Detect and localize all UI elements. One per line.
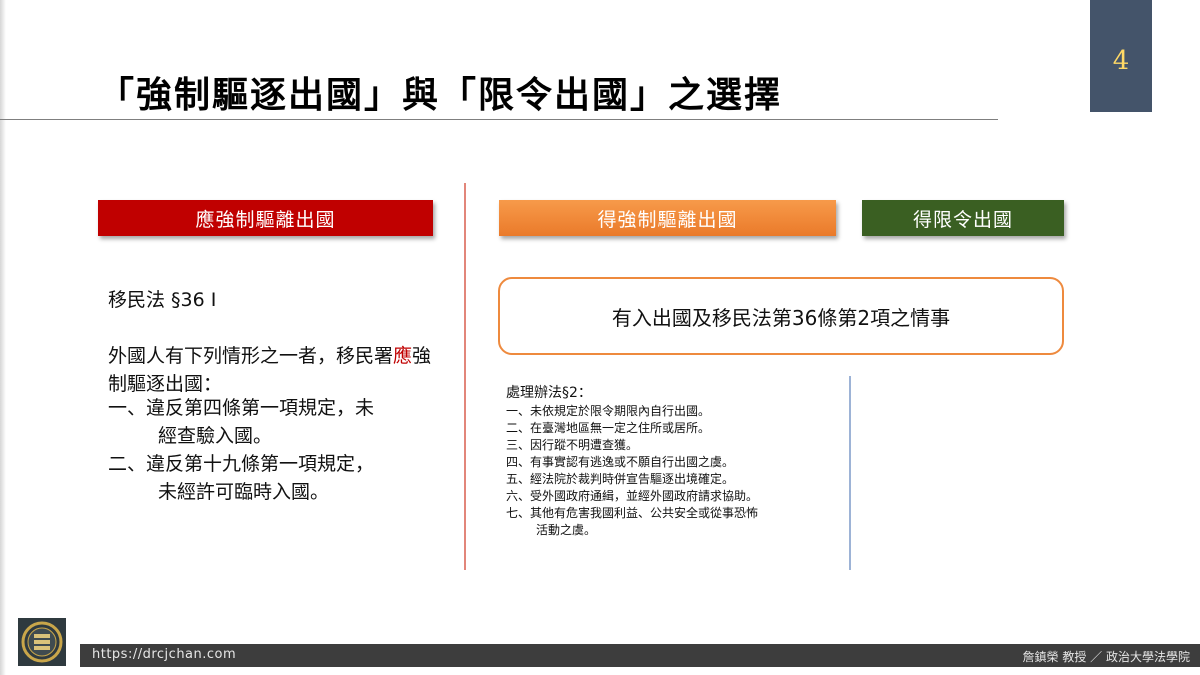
rule-text: 七、其他有危害我國利益、公共安全或從事恐怖 xyxy=(506,506,759,520)
law-item-line: 經查驗入國。 xyxy=(158,425,273,447)
header-order-leave: 得限令出國 xyxy=(862,200,1064,236)
law-reference: 移民法 §36 I xyxy=(108,289,217,311)
rules-list: 一、未依規定於限令期限內自行出國。 二、在臺灣地區無一定之住所或居所。 三、因行… xyxy=(506,403,846,539)
law-item: 一、違反第四條第一項規定，未 經查驗入國。 xyxy=(108,394,374,450)
law-intro: 外國人有下列情形之一者，移民署應強制驅逐出國： xyxy=(108,342,438,398)
column-divider-red xyxy=(464,183,466,570)
rule-item: 四、有事實認有逃逸或不願自行出國之虞。 xyxy=(506,454,846,471)
rule-text: 二、在臺灣地區無一定之住所或居所。 xyxy=(506,421,711,435)
rule-text: 五、經法院於裁判時併宣告驅逐出境確定。 xyxy=(506,472,735,486)
left-edge-shadow xyxy=(0,0,6,675)
rule-text: 一、未依規定於限令期限內自行出國。 xyxy=(506,404,711,418)
book-seal-icon-graphic xyxy=(21,621,63,663)
rule-item: 二、在臺灣地區無一定之住所或居所。 xyxy=(506,420,846,437)
header-may-deport: 得強制驅離出國 xyxy=(499,200,836,236)
rule-item: 七、其他有危害我國利益、公共安全或從事恐怖活動之虞。 xyxy=(506,505,846,539)
rule-item: 一、未依規定於限令期限內自行出國。 xyxy=(506,403,846,420)
rule-text: 六、受外國政府通緝，並經外國政府請求協助。 xyxy=(506,489,759,503)
law-item-line: 二、違反第十九條第一項規定， xyxy=(108,453,375,475)
condition-box: 有入出國及移民法第36條第2項之情事 xyxy=(498,277,1064,355)
law-item-line: 未經許可臨時入國。 xyxy=(158,481,330,503)
law-item: 二、違反第十九條第一項規定， 未經許可臨時入國。 xyxy=(108,450,374,506)
header-must-deport: 應強制驅離出國 xyxy=(98,200,433,236)
title-underline xyxy=(0,119,998,120)
page-number-badge: 4 xyxy=(1090,0,1152,112)
column-divider-blue xyxy=(849,376,851,570)
rule-text-continued: 活動之虞。 xyxy=(536,523,597,537)
rule-item: 三、因行蹤不明遭查獲。 xyxy=(506,437,846,454)
rules-title: 處理辦法§2： xyxy=(506,385,592,401)
law-item-line: 一、違反第四條第一項規定，未 xyxy=(108,397,375,419)
slide-title: 「強制驅逐出國」與「限令出國」之選擇 xyxy=(98,74,783,116)
rules-section: 處理辦法§2： 一、未依規定於限令期限內自行出國。 二、在臺灣地區無一定之住所或… xyxy=(506,384,846,539)
law-intro-text: 外國人有下列情形之一者，移民署 xyxy=(108,345,394,367)
law-intro-highlight: 應 xyxy=(393,345,413,367)
rule-item: 五、經法院於裁判時併宣告驅逐出境確定。 xyxy=(506,471,846,488)
rule-text: 四、有事實認有逃逸或不願自行出國之虞。 xyxy=(506,455,735,469)
footer-url-link[interactable]: https://drcjchan.com xyxy=(92,647,236,662)
rule-text: 三、因行蹤不明遭查獲。 xyxy=(506,438,639,452)
footer-author: 詹鎮榮 教授 ／ 政治大學法學院 xyxy=(1022,650,1190,664)
rule-item: 六、受外國政府通緝，並經外國政府請求協助。 xyxy=(506,488,846,505)
book-seal-icon xyxy=(18,618,66,666)
page-number: 4 xyxy=(1112,46,1130,76)
